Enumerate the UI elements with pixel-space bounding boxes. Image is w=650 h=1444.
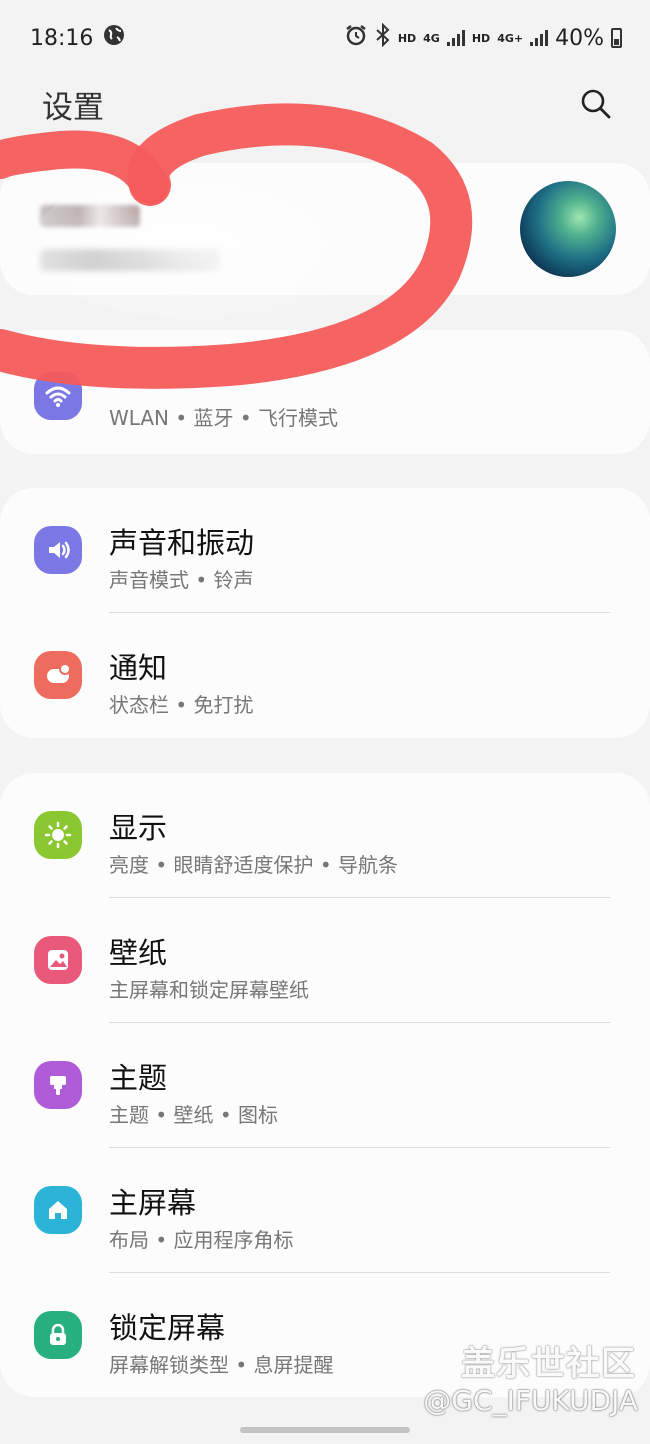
network-type-2: 4G+: [497, 31, 524, 45]
row-subtitle: 声音模式 • 铃声: [109, 568, 254, 592]
row-title: 通知: [109, 651, 168, 685]
wifi-icon: [34, 372, 82, 420]
signal-icon-2: [530, 30, 549, 46]
sun-icon: [34, 811, 82, 859]
lock-icon: [34, 1311, 82, 1359]
sound-vibration-row[interactable]: 声音和振动 声音模式 • 铃声: [0, 488, 650, 613]
wallpaper-row[interactable]: 壁纸 主屏幕和锁定屏幕壁纸: [0, 898, 650, 1023]
page-title: 设置: [42, 89, 104, 126]
search-button[interactable]: [578, 86, 614, 122]
watermark-user: @GC_IFUKUDJA: [423, 1384, 638, 1417]
avatar[interactable]: [520, 181, 616, 277]
account-name-blurred: [40, 205, 140, 227]
header: 设置: [0, 76, 650, 132]
row-title: 锁定屏幕: [109, 1311, 226, 1345]
row-title: 声音和振动: [109, 526, 255, 560]
brush-icon: [34, 1061, 82, 1109]
hd-label-2: HD: [471, 31, 491, 45]
themes-row[interactable]: 主题 主题 • 壁纸 • 图标: [0, 1023, 650, 1148]
row-subtitle: 主题 • 壁纸 • 图标: [109, 1103, 279, 1127]
clock: 18:16: [30, 25, 94, 51]
settings-group-1: 声音和振动 声音模式 • 铃声 通知 状态栏 • 免打扰: [0, 488, 650, 738]
display-row[interactable]: 显示 亮度 • 眼睛舒适度保护 • 导航条: [0, 773, 650, 898]
status-bar: 18:16 HD 4G HD 4G+ 40%: [0, 0, 650, 76]
settings-group-2: 显示 亮度 • 眼睛舒适度保护 • 导航条 壁纸 主屏幕和锁定屏幕壁纸 主题 主…: [0, 773, 650, 1397]
row-subtitle: 主屏幕和锁定屏幕壁纸: [109, 978, 309, 1002]
search-icon: [581, 89, 611, 119]
account-email-blurred: [40, 249, 220, 271]
row-subtitle: 状态栏 • 免打扰: [109, 693, 254, 717]
speaker-icon: [34, 526, 82, 574]
network-type-1: 4G: [423, 31, 440, 45]
home-icon: [34, 1186, 82, 1234]
hd-label-1: HD: [397, 31, 417, 45]
notification-icon: [34, 651, 82, 699]
picture-icon: [34, 936, 82, 984]
battery-icon: [611, 28, 622, 48]
globe-icon: [103, 24, 125, 52]
row-subtitle: 屏幕解锁类型 • 息屏提醒: [109, 1353, 334, 1377]
connections-subtitle: WLAN • 蓝牙 • 飞行模式: [109, 406, 339, 430]
battery-percent: 40%: [555, 25, 604, 51]
bluetooth-icon: [375, 22, 391, 53]
notifications-row[interactable]: 通知 状态栏 • 免打扰: [0, 613, 650, 738]
row-title: 显示: [109, 811, 168, 845]
status-right: HD 4G HD 4G+ 40%: [344, 22, 622, 53]
watermark-community: 盖乐世社区: [461, 1344, 636, 1384]
signal-icon-1: [446, 30, 465, 46]
row-subtitle: 布局 • 应用程序角标: [109, 1228, 294, 1252]
row-title: 主屏幕: [109, 1186, 197, 1220]
account-card[interactable]: [0, 163, 650, 295]
row-title: 主题: [109, 1061, 168, 1095]
connections-card[interactable]: WLAN • 蓝牙 • 飞行模式: [0, 330, 650, 454]
home-indicator[interactable]: [240, 1427, 410, 1433]
row-title: 壁纸: [109, 936, 168, 970]
home-screen-row[interactable]: 主屏幕 布局 • 应用程序角标: [0, 1148, 650, 1273]
row-subtitle: 亮度 • 眼睛舒适度保护 • 导航条: [109, 853, 399, 877]
alarm-icon: [344, 23, 368, 53]
status-left: 18:16: [30, 24, 125, 52]
